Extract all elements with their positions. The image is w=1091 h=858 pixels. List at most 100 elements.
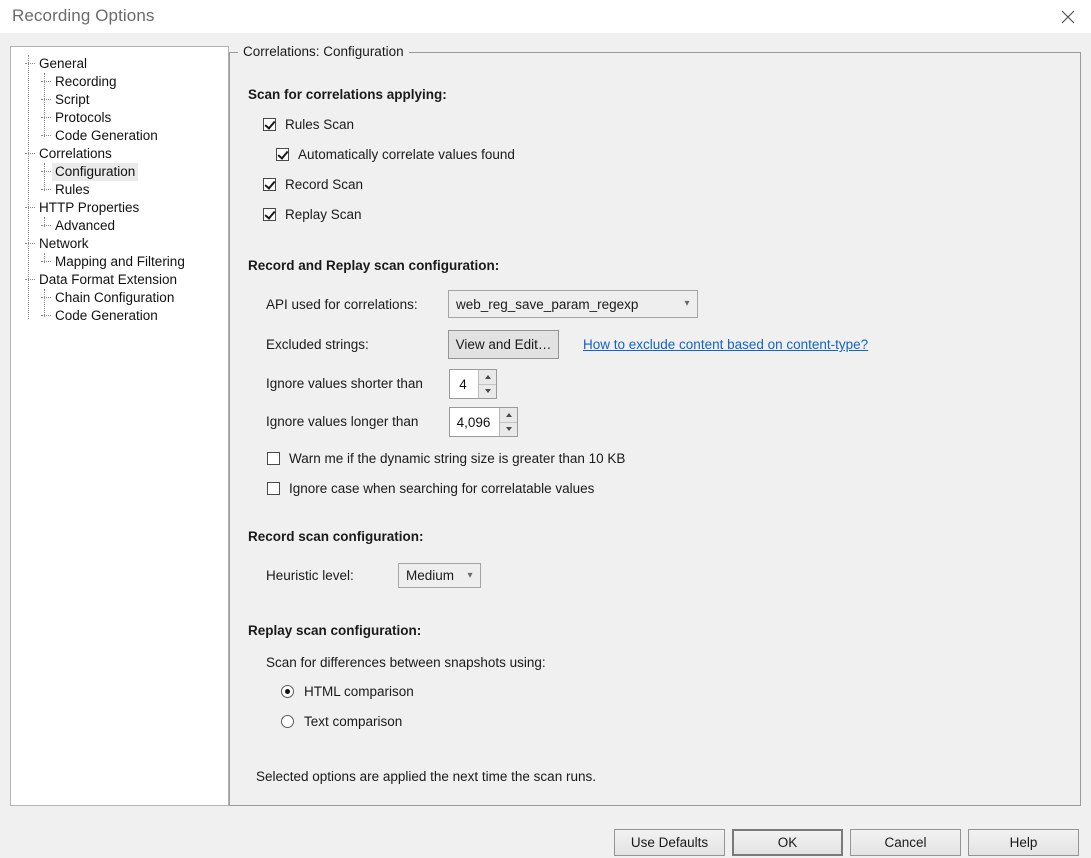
sidebar-item-mapping-and-filtering[interactable]: Mapping and Filtering: [11, 253, 188, 271]
sidebar-item-label: General: [39, 56, 88, 71]
radio-html-comparison-label: HTML comparison: [304, 684, 414, 699]
checkbox-replay-scan-label: Replay Scan: [285, 207, 362, 222]
sidebar-item-general[interactable]: General: [11, 55, 90, 73]
scan-applying-heading: Scan for correlations applying:: [248, 87, 447, 102]
tree-subspine: [44, 289, 45, 317]
checkbox-warn-dynamic-size-box[interactable]: [267, 452, 280, 465]
settings-tree[interactable]: General Recording Script Protocols Code Gene…: [10, 46, 229, 806]
sidebar-item-configuration[interactable]: Configuration: [11, 163, 139, 181]
snapshot-diff-label: Scan for differences between snapshots u…: [266, 655, 546, 670]
content-type-help-link[interactable]: How to exclude content based on content-…: [583, 337, 868, 352]
tree-connector: [41, 296, 51, 298]
tree-connector: [41, 260, 51, 262]
checkbox-record-scan[interactable]: Record Scan: [263, 177, 363, 192]
sidebar-item-network[interactable]: Network: [11, 235, 92, 253]
tree-connector: [41, 134, 51, 136]
sidebar-item-code-generation[interactable]: Code Generation: [11, 307, 161, 325]
checkbox-replay-scan[interactable]: Replay Scan: [263, 207, 362, 222]
chevron-down-icon: ▾: [684, 298, 690, 309]
stepper-down-icon[interactable]: [479, 384, 496, 398]
checkbox-record-scan-label: Record Scan: [285, 177, 364, 192]
tree-connector: [25, 242, 35, 244]
radio-text-comparison-box[interactable]: [281, 715, 294, 728]
sidebar-item-protocols[interactable]: Protocols: [11, 109, 114, 127]
heuristic-level-dropdown[interactable]: Medium ▾: [398, 563, 481, 588]
checkbox-ignore-case-box[interactable]: [267, 482, 280, 495]
sidebar-item-chain-configuration[interactable]: Chain Configuration: [11, 289, 177, 307]
checkbox-rules-scan-label: Rules Scan: [285, 117, 355, 132]
tree-connector: [25, 152, 35, 154]
radio-text-comparison-label: Text comparison: [304, 714, 403, 729]
stepper-up-icon[interactable]: [479, 370, 496, 385]
record-scan-heading: Record scan configuration:: [248, 529, 424, 544]
ignore-shorter-value[interactable]: 4: [450, 370, 478, 398]
sidebar-item-label: Chain Configuration: [55, 290, 175, 305]
window-title: Recording Options: [12, 6, 155, 25]
sidebar-item-script[interactable]: Script: [11, 91, 93, 109]
sidebar-item-label: Script: [55, 92, 90, 107]
heuristic-level-value: Medium: [406, 568, 455, 583]
checkbox-warn-dynamic-size-label: Warn me if the dynamic string size is gr…: [289, 451, 626, 466]
checkbox-auto-correlate[interactable]: Automatically correlate values found: [276, 147, 515, 162]
ignore-longer-label: Ignore values longer than: [266, 414, 419, 429]
help-button[interactable]: Help: [968, 829, 1079, 856]
sidebar-item-label: Correlations: [39, 146, 112, 161]
sidebar-item-recording[interactable]: Recording: [11, 73, 120, 91]
ignore-longer-stepper[interactable]: 4,096: [449, 407, 518, 437]
use-defaults-button[interactable]: Use Defaults: [614, 829, 725, 856]
api-used-value: web_reg_save_param_regexp: [456, 296, 639, 312]
radio-html-comparison[interactable]: HTML comparison: [281, 684, 414, 699]
sidebar-item-label: Rules: [55, 182, 90, 197]
sidebar-item-advanced[interactable]: Advanced: [11, 217, 118, 235]
sidebar-item-label: Protocols: [55, 110, 112, 125]
tree-connector: [41, 116, 51, 118]
groupbox-title: Correlations: Configuration: [238, 44, 409, 60]
tree-connector: [41, 188, 51, 190]
view-and-edit-button[interactable]: View and Edit…: [448, 330, 559, 359]
api-used-dropdown[interactable]: web_reg_save_param_regexp ▾: [448, 290, 698, 318]
checkbox-rules-scan[interactable]: Rules Scan: [263, 117, 354, 132]
api-used-label: API used for correlations:: [266, 297, 418, 312]
tree-connector: [41, 98, 51, 100]
stepper-down-icon[interactable]: [500, 422, 517, 436]
ignore-longer-value[interactable]: 4,096: [450, 408, 499, 436]
checkbox-record-scan-box[interactable]: [263, 178, 276, 191]
sidebar-item-label: Data Format Extension: [39, 272, 178, 287]
ignore-shorter-stepper-buttons[interactable]: [478, 370, 496, 398]
close-icon[interactable]: [1045, 0, 1091, 33]
radio-html-comparison-box[interactable]: [281, 685, 294, 698]
ignore-shorter-stepper[interactable]: 4: [449, 369, 497, 399]
sidebar-item-label: Mapping and Filtering: [55, 254, 185, 269]
tree-connector: [25, 62, 35, 64]
checkbox-ignore-case[interactable]: Ignore case when searching for correlata…: [267, 481, 594, 496]
radio-text-comparison[interactable]: Text comparison: [281, 714, 402, 729]
sidebar-item-correlations[interactable]: Correlations: [11, 145, 115, 163]
sidebar-item-label: Code Generation: [55, 128, 158, 143]
sidebar-item-label: Advanced: [55, 218, 116, 233]
footer-note: Selected options are applied the next ti…: [256, 769, 596, 784]
tree-subspine: [44, 163, 45, 191]
checkbox-replay-scan-box[interactable]: [263, 208, 276, 221]
tree-subspine: [44, 217, 45, 227]
checkbox-warn-dynamic-size[interactable]: Warn me if the dynamic string size is gr…: [267, 451, 625, 466]
checkbox-rules-scan-box[interactable]: [263, 118, 276, 131]
tree-subspine: [44, 253, 45, 263]
tree-connector: [41, 224, 51, 226]
ignore-longer-stepper-buttons[interactable]: [499, 408, 517, 436]
sidebar-item-label: HTTP Properties: [39, 200, 140, 215]
ignore-shorter-label: Ignore values shorter than: [266, 376, 423, 391]
chevron-down-icon: ▾: [467, 569, 473, 581]
excluded-strings-label: Excluded strings:: [266, 337, 369, 352]
sidebar-item-http-properties[interactable]: HTTP Properties: [11, 199, 142, 217]
checkbox-auto-correlate-box[interactable]: [276, 148, 289, 161]
ok-button[interactable]: OK: [732, 829, 843, 856]
sidebar-item-code-generation[interactable]: Code Generation: [11, 127, 161, 145]
sidebar-item-data-format-extension[interactable]: Data Format Extension: [11, 271, 180, 289]
cancel-button[interactable]: Cancel: [850, 829, 961, 856]
stepper-up-icon[interactable]: [500, 408, 517, 423]
record-replay-heading: Record and Replay scan configuration:: [248, 258, 500, 273]
sidebar-item-label: Recording: [55, 74, 117, 89]
sidebar-item-rules[interactable]: Rules: [11, 181, 93, 199]
tree-connector: [25, 278, 35, 280]
tree-connector: [25, 206, 35, 208]
